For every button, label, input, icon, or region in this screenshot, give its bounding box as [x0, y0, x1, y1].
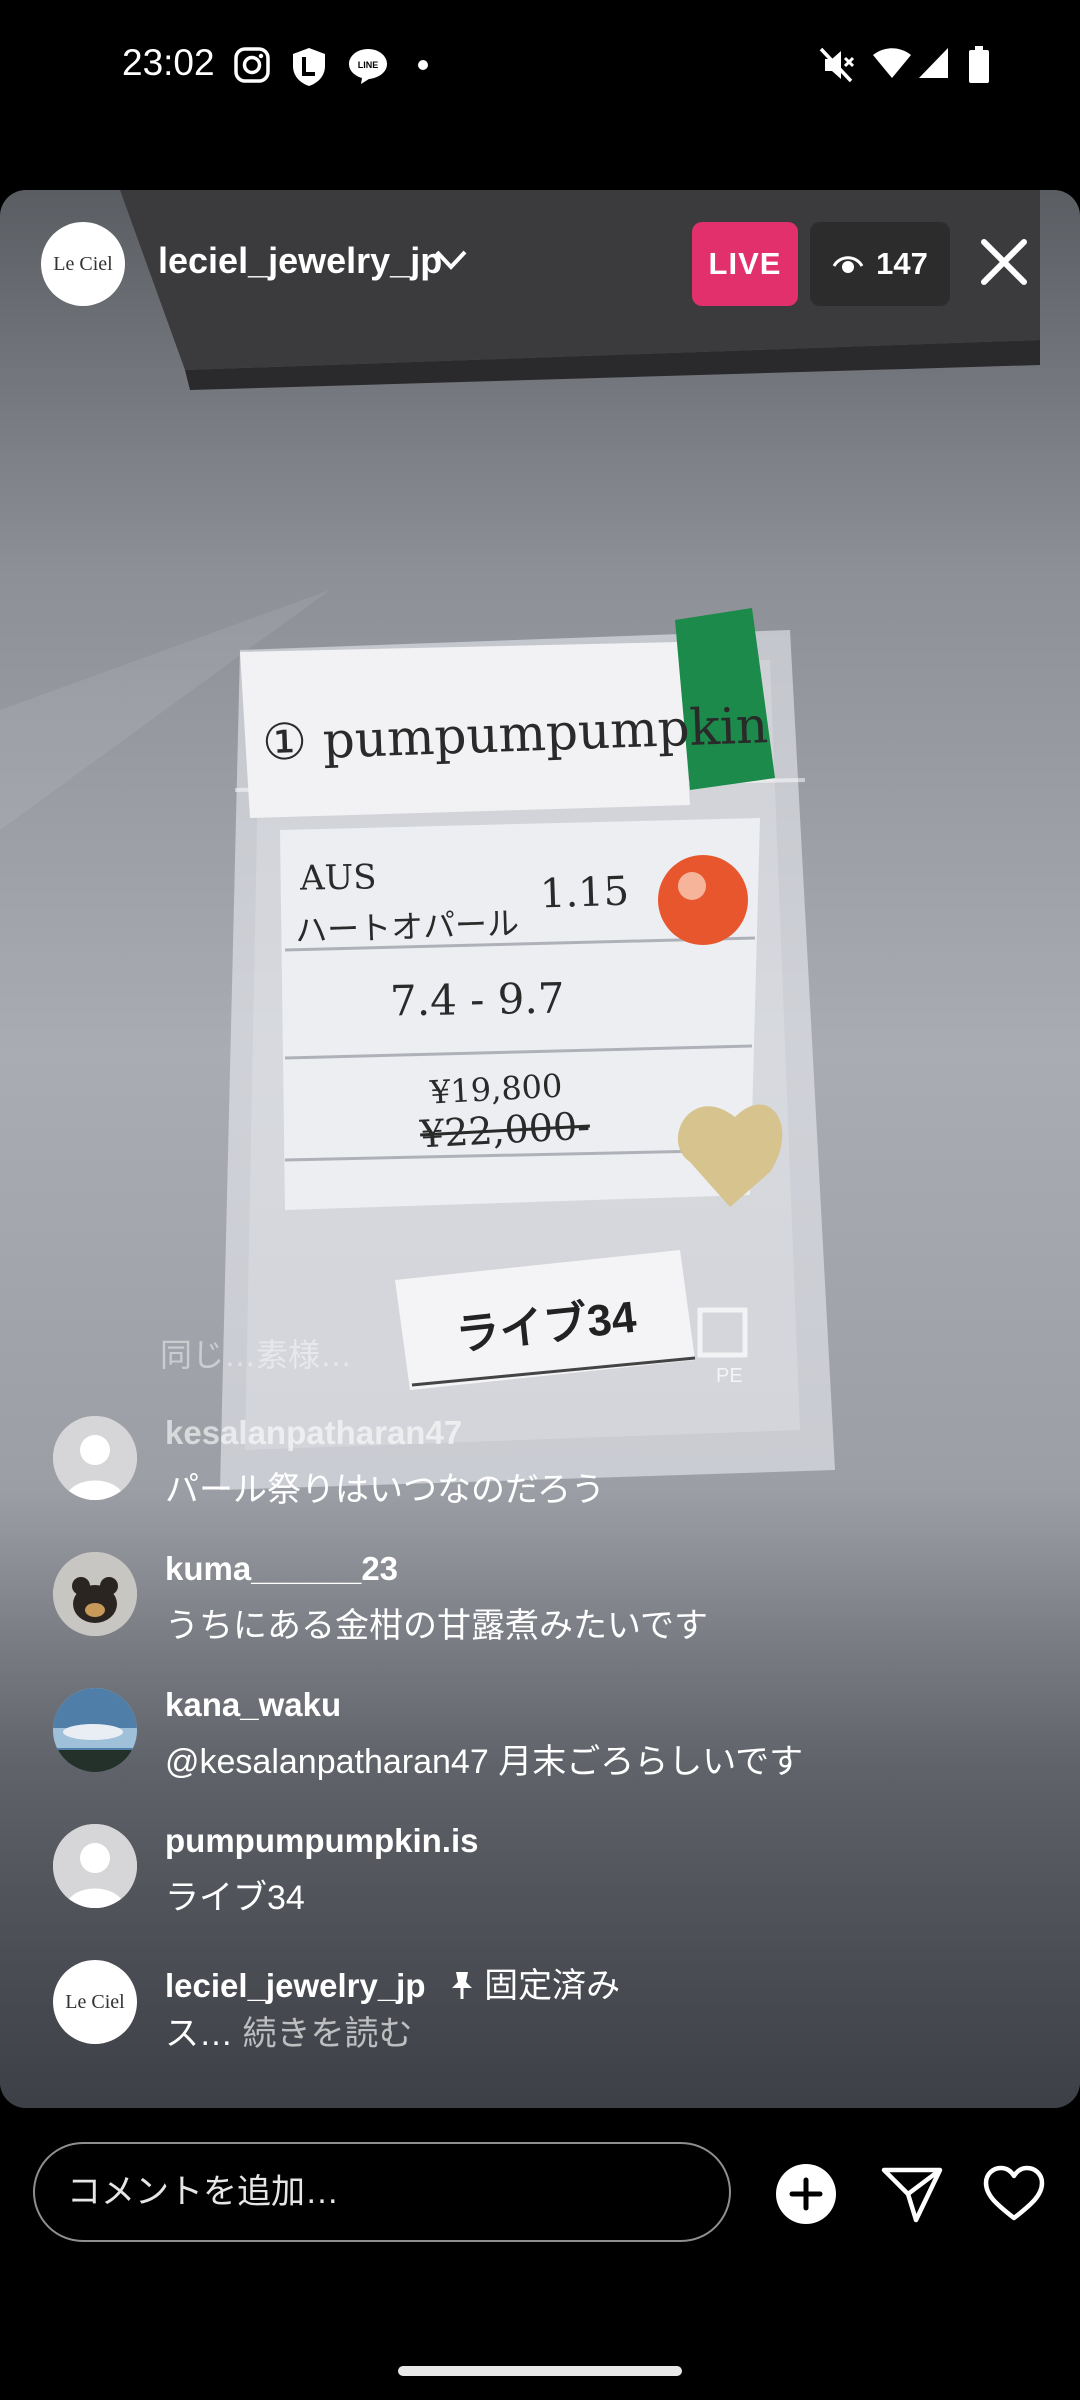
pin-icon: [451, 1972, 472, 1999]
close-icon[interactable]: [976, 234, 1032, 290]
chevron-down-icon[interactable]: [434, 248, 468, 272]
pinned-text: ス…: [165, 2015, 233, 2053]
comment-username[interactable]: pumpumpumpkin.is: [165, 1822, 479, 1860]
comment-username[interactable]: kana_waku: [165, 1686, 341, 1724]
default-avatar-icon: [53, 1416, 137, 1500]
avatar[interactable]: [53, 1688, 137, 1772]
comment-text: うちにある金柑の甘露煮みたいです: [165, 1607, 708, 1645]
status-bar: 23:02 LINE: [0, 0, 1080, 130]
avatar[interactable]: [53, 1552, 137, 1636]
add-circle-icon[interactable]: [774, 2162, 838, 2226]
host-avatar-logo: Le Ciel: [53, 252, 113, 275]
status-time: 23:02: [122, 42, 215, 83]
avatar[interactable]: Le Ciel: [53, 1960, 137, 2044]
svg-text:LINE: LINE: [358, 60, 379, 70]
mute-icon: [819, 47, 854, 83]
video-line-origin: AUS: [299, 857, 377, 899]
comment-username: leciel_jewelry_jp 固定済み: [165, 1958, 620, 2007]
avatar[interactable]: [53, 1416, 137, 1500]
eye-icon: [832, 256, 864, 273]
instagram-icon: [234, 47, 270, 83]
comment-item: kuma______23 うちにある金柑の甘露煮みたいです: [53, 1550, 1033, 1662]
pinned-comment[interactable]: Le Ciel leciel_jewelry_jp 固定済み ス… 続きを読む: [53, 1960, 1033, 2070]
viewer-count: 147: [876, 246, 928, 281]
signal-icon: [919, 48, 948, 78]
viewer-count-badge[interactable]: 147: [810, 222, 950, 306]
faded-comment: 同じ…素様…: [160, 1337, 353, 1373]
video-line-size: 7.4 - 9.7: [389, 973, 565, 1026]
default-avatar-icon: [53, 1824, 137, 1908]
comment-text: @kesalanpatharan47 月末ごろらしいです: [165, 1743, 804, 1781]
home-indicator[interactable]: [398, 2366, 682, 2376]
video-line-stone: ハートオパール: [294, 905, 520, 949]
live-badge: LIVE: [692, 222, 798, 306]
comment-input[interactable]: [33, 2142, 731, 2242]
sky-avatar-icon: [53, 1688, 137, 1772]
comment-text: ライブ34: [165, 1879, 305, 1917]
wifi-icon: [873, 48, 911, 78]
host-username[interactable]: leciel_jewelry_jp: [158, 240, 442, 282]
dot-icon: [418, 60, 428, 70]
pinned-tag: 固定済み: [449, 1967, 620, 2005]
comment-text: パール祭りはいつなのだろう: [165, 1471, 605, 1509]
comment-text: ス… 続きを読む: [165, 2006, 412, 2055]
comment-username[interactable]: kuma______23: [165, 1550, 398, 1588]
l-shield-icon: [293, 48, 325, 86]
heart-icon[interactable]: [982, 2162, 1046, 2226]
host-avatar-logo: Le Ciel: [65, 1990, 125, 2013]
host-avatar[interactable]: Le Ciel: [41, 222, 125, 306]
avatar[interactable]: [53, 1824, 137, 1908]
bear-avatar-icon: [53, 1552, 137, 1636]
video-pe-mark: PE: [716, 1365, 743, 1387]
line-app-icon: LINE: [349, 49, 387, 84]
video-line-carat: 1.15: [539, 868, 630, 918]
video-price-old: ¥22,000-: [418, 1103, 592, 1157]
read-more-link[interactable]: 続きを読む: [242, 2015, 412, 2053]
comment-item: pumpumpumpkin.is ライブ34: [53, 1822, 1033, 1934]
pinned-username[interactable]: leciel_jewelry_jp: [165, 1967, 426, 2004]
comment-item: kesalanpatharan47 パール祭りはいつなのだろう: [53, 1414, 1033, 1526]
pinned-label: 固定済み: [484, 1967, 621, 2005]
video-price-new: ¥19,800: [429, 1066, 564, 1112]
comment-item: kana_waku @kesalanpatharan47 月末ごろらしいです: [53, 1686, 1033, 1798]
send-icon[interactable]: [880, 2162, 944, 2226]
comment-username[interactable]: kesalanpatharan47: [165, 1414, 462, 1452]
live-video[interactable]: ① pumpumpumpkin AUS ハートオパール 1.15 7.4 - 9…: [0, 190, 1080, 2108]
battery-icon: [969, 46, 989, 83]
